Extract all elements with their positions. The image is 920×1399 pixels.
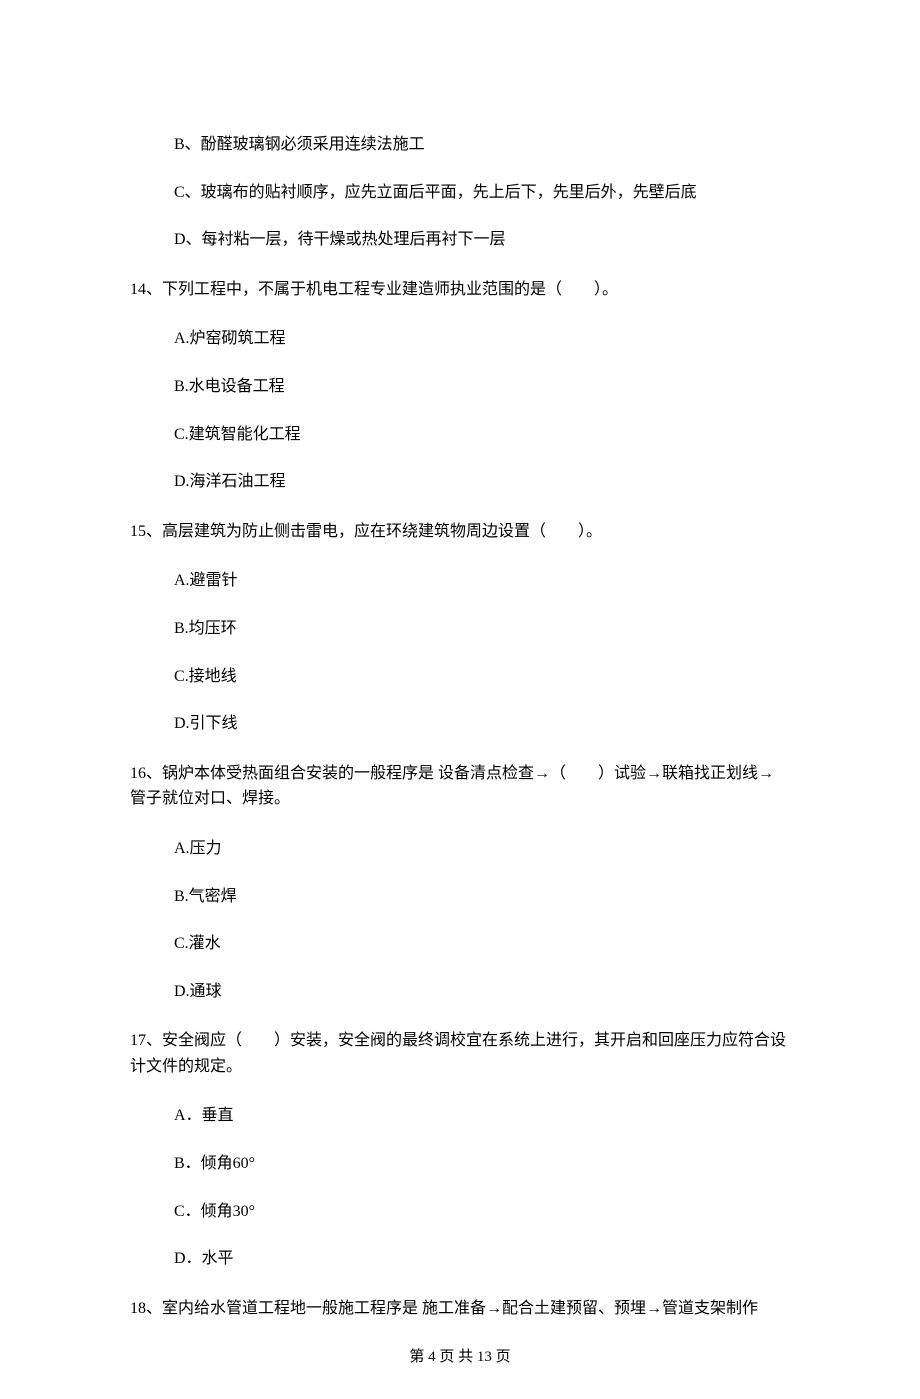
option-text: B、酚醛玻璃钢必须采用连续法施工: [174, 132, 790, 158]
question-number: 16、: [130, 765, 162, 782]
option-text: A.压力: [174, 836, 790, 862]
question-number: 15、: [130, 523, 162, 540]
option-text: C．倾角30°: [174, 1199, 790, 1225]
option-text: B．倾角60°: [174, 1151, 790, 1177]
option-text: B.气密焊: [174, 884, 790, 910]
question-17: 17、安全阀应（ ）安装，安全阀的最终调校宜在系统上进行，其开启和回座压力应符合…: [130, 1028, 790, 1079]
option-text: A.避雷针: [174, 568, 790, 594]
option-text: C、玻璃布的贴衬顺序，应先立面后平面，先上后下，先里后外，先壁后底: [174, 180, 790, 206]
option-text: C.接地线: [174, 664, 790, 690]
question-number: 14、: [130, 281, 162, 298]
question-text: 室内给水管道工程地一般施工程序是 施工准备→配合土建预留、预埋→管道支架制作: [162, 1300, 758, 1317]
question-number: 18、: [130, 1300, 162, 1317]
question-text: 锅炉本体受热面组合安装的一般程序是 设备清点检查→（ ）试验→联箱找正划线→管子…: [130, 765, 774, 808]
question-text: 安全阀应（ ）安装，安全阀的最终调校宜在系统上进行，其开启和回座压力应符合设计文…: [130, 1032, 786, 1075]
option-text: D、每衬粘一层，待干燥或热处理后再衬下一层: [174, 227, 790, 253]
question-number: 17、: [130, 1032, 162, 1049]
option-text: C.灌水: [174, 931, 790, 957]
option-text: B.水电设备工程: [174, 374, 790, 400]
option-text: C.建筑智能化工程: [174, 422, 790, 448]
option-text: D.引下线: [174, 711, 790, 737]
question-18: 18、室内给水管道工程地一般施工程序是 施工准备→配合土建预留、预埋→管道支架制…: [130, 1296, 790, 1322]
question-text: 高层建筑为防止侧击雷电，应在环绕建筑物周边设置（ ）。: [162, 523, 602, 540]
option-text: D.海洋石油工程: [174, 469, 790, 495]
question-text: 下列工程中，不属于机电工程专业建造师执业范围的是（ ）。: [162, 281, 618, 298]
option-text: A.炉窑砌筑工程: [174, 326, 790, 352]
question-15: 15、高层建筑为防止侧击雷电，应在环绕建筑物周边设置（ ）。: [130, 519, 790, 545]
option-text: A．垂直: [174, 1103, 790, 1129]
question-14: 14、下列工程中，不属于机电工程专业建造师执业范围的是（ ）。: [130, 277, 790, 303]
option-text: D.通球: [174, 979, 790, 1005]
page-footer: 第 4 页 共 13 页: [130, 1345, 790, 1369]
question-16: 16、锅炉本体受热面组合安装的一般程序是 设备清点检查→（ ）试验→联箱找正划线…: [130, 761, 790, 812]
option-text: B.均压环: [174, 616, 790, 642]
option-text: D．水平: [174, 1246, 790, 1272]
